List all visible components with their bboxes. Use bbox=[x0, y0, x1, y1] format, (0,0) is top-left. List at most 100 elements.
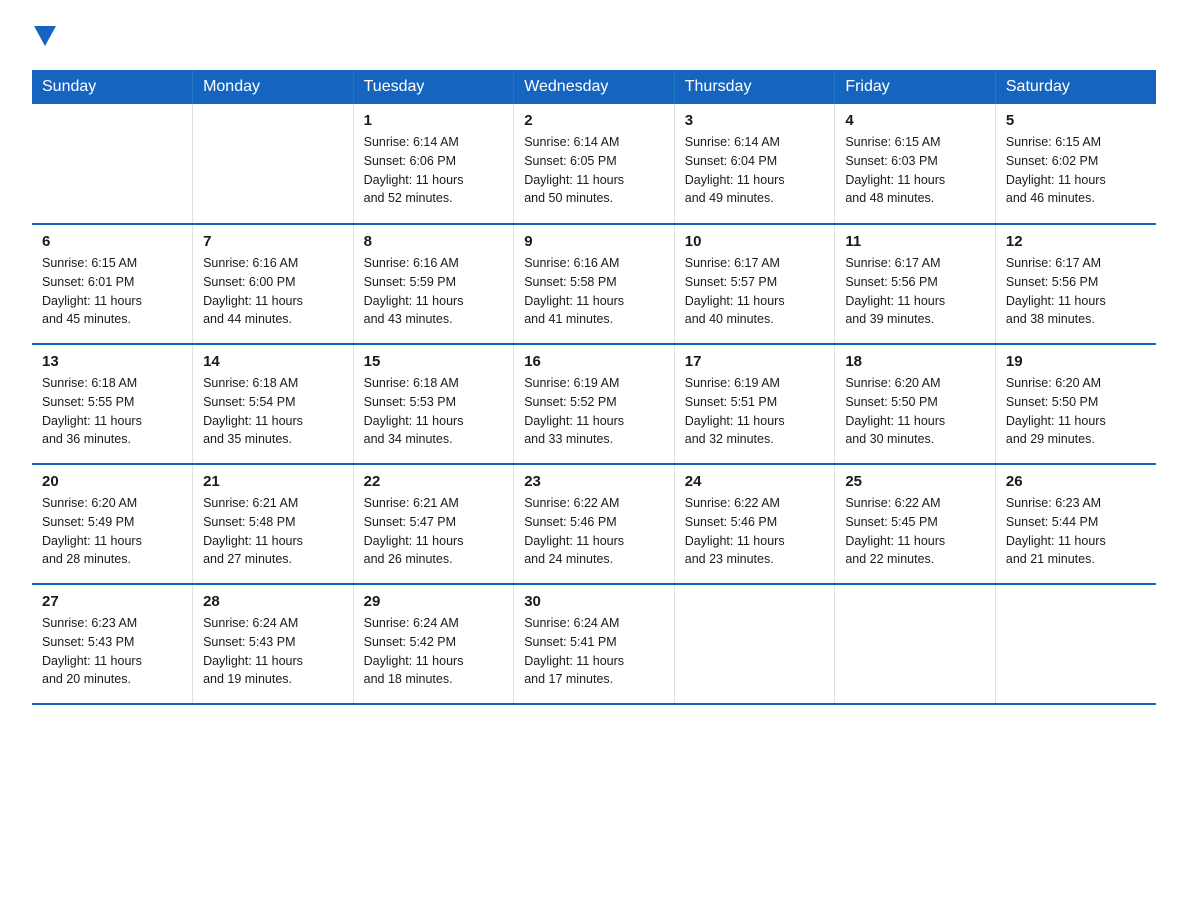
day-info-line: Daylight: 11 hours bbox=[685, 534, 785, 548]
day-info-line: Sunset: 5:57 PM bbox=[685, 275, 777, 289]
day-info: Sunrise: 6:22 AMSunset: 5:46 PMDaylight:… bbox=[685, 494, 825, 569]
day-info: Sunrise: 6:20 AMSunset: 5:50 PMDaylight:… bbox=[1006, 374, 1146, 449]
day-info-line: Sunset: 6:05 PM bbox=[524, 154, 616, 168]
day-info-line: and 24 minutes. bbox=[524, 552, 613, 566]
day-info-line: Sunrise: 6:20 AM bbox=[42, 496, 137, 510]
day-info-line: Daylight: 11 hours bbox=[364, 294, 464, 308]
day-info-line: Sunset: 6:00 PM bbox=[203, 275, 295, 289]
day-number: 3 bbox=[685, 112, 825, 129]
day-info-line: Daylight: 11 hours bbox=[524, 534, 624, 548]
day-info-line: Sunrise: 6:22 AM bbox=[685, 496, 780, 510]
day-info-line: Sunrise: 6:16 AM bbox=[364, 256, 459, 270]
day-info-line: and 41 minutes. bbox=[524, 312, 613, 326]
day-info-line: Sunset: 5:53 PM bbox=[364, 395, 456, 409]
day-number: 20 bbox=[42, 473, 182, 490]
weekday-header-row: SundayMondayTuesdayWednesdayThursdayFrid… bbox=[32, 70, 1156, 104]
calendar-day-cell: 4Sunrise: 6:15 AMSunset: 6:03 PMDaylight… bbox=[835, 104, 996, 224]
day-info-line: and 27 minutes. bbox=[203, 552, 292, 566]
weekday-header-sunday: Sunday bbox=[32, 70, 193, 104]
day-info-line: Daylight: 11 hours bbox=[524, 294, 624, 308]
day-info-line: Daylight: 11 hours bbox=[203, 294, 303, 308]
day-info-line: Sunset: 5:48 PM bbox=[203, 515, 295, 529]
calendar-week-row: 20 Sunrise: 6:20 AM Sunset: 5:49 PM Dayligh… bbox=[32, 464, 1156, 584]
day-info-line: Sunset: 5:56 PM bbox=[1006, 275, 1098, 289]
day-info-line: Sunset: 6:01 PM bbox=[42, 275, 134, 289]
day-info-line: and 20 minutes. bbox=[42, 672, 131, 686]
day-info-line: and 46 minutes. bbox=[1006, 191, 1095, 205]
day-number: 23 bbox=[524, 473, 664, 490]
day-info: Sunrise: 6:15 AMSunset: 6:02 PMDaylight:… bbox=[1006, 133, 1146, 208]
day-info-line: Sunset: 5:54 PM bbox=[203, 395, 295, 409]
day-info-line: Daylight: 11 hours bbox=[1006, 173, 1106, 187]
day-number: 1 bbox=[364, 112, 504, 129]
calendar-day-cell: 19 Sunrise: 6:20 AMSunset: 5:50 PMDayligh… bbox=[995, 344, 1156, 464]
day-info-line: Sunset: 5:58 PM bbox=[524, 275, 616, 289]
calendar-week-row: 13Sunrise: 6:18 AMSunset: 5:55 PMDayligh… bbox=[32, 344, 1156, 464]
calendar-day-cell: 26Sunrise: 6:23 AMSunset: 5:44 PMDayligh… bbox=[995, 464, 1156, 584]
day-info-line: Sunrise: 6:17 AM bbox=[685, 256, 780, 270]
day-number: 4 bbox=[845, 112, 985, 129]
day-info-line: Sunrise: 6:16 AM bbox=[524, 256, 619, 270]
day-number: 25 bbox=[845, 473, 985, 490]
day-info: Sunrise: 6:22 AMSunset: 5:45 PMDaylight:… bbox=[845, 494, 985, 569]
day-info-line: Daylight: 11 hours bbox=[42, 534, 142, 548]
day-info-line: Sunrise: 6:14 AM bbox=[364, 135, 459, 149]
day-number: 13 bbox=[42, 353, 182, 370]
day-info-line: Daylight: 11 hours bbox=[203, 414, 303, 428]
day-info-line: Sunset: 5:59 PM bbox=[364, 275, 456, 289]
day-info: Sunrise: 6:17 AMSunset: 5:56 PMDaylight:… bbox=[845, 254, 985, 329]
day-number: 22 bbox=[364, 473, 504, 490]
calendar-day-cell: 23Sunrise: 6:22 AMSunset: 5:46 PMDayligh… bbox=[514, 464, 675, 584]
calendar-day-cell: 16Sunrise: 6:19 AMSunset: 5:52 PMDayligh… bbox=[514, 344, 675, 464]
day-info-line: Sunrise: 6:23 AM bbox=[42, 616, 137, 630]
day-info-line: and 30 minutes. bbox=[845, 432, 934, 446]
day-info-line: and 34 minutes. bbox=[364, 432, 453, 446]
day-info-line: Sunrise: 6:18 AM bbox=[203, 376, 298, 390]
calendar-day-cell: 25 Sunrise: 6:22 AMSunset: 5:45 PMDayligh… bbox=[835, 464, 996, 584]
day-info-line: Sunset: 6:06 PM bbox=[364, 154, 456, 168]
day-info-line: Daylight: 11 hours bbox=[685, 294, 785, 308]
day-info-line: and 28 minutes. bbox=[42, 552, 131, 566]
day-info: Sunrise: 6:14 AMSunset: 6:04 PMDaylight:… bbox=[685, 133, 825, 208]
day-info: Sunrise: 6:21 AMSunset: 5:47 PMDaylight:… bbox=[364, 494, 504, 569]
day-info: Sunrise: 6:23 AMSunset: 5:43 PMDaylight:… bbox=[42, 614, 182, 689]
day-info-line: and 40 minutes. bbox=[685, 312, 774, 326]
day-info-line: Sunrise: 6:17 AM bbox=[845, 256, 940, 270]
day-info: Sunrise: 6:17 AM Sunset: 5:57 PM Daylight:… bbox=[685, 254, 825, 329]
day-info-line: Sunrise: 6:22 AM bbox=[845, 496, 940, 510]
day-info-line: Sunrise: 6:19 AM bbox=[685, 376, 780, 390]
day-info-line: Sunrise: 6:24 AM bbox=[203, 616, 298, 630]
day-info: Sunrise: 6:17 AM Sunset: 5:56 PM Daylight:… bbox=[1006, 254, 1146, 329]
day-info-line: and 36 minutes. bbox=[42, 432, 131, 446]
day-info-line: Sunrise: 6:15 AM bbox=[1006, 135, 1101, 149]
day-info-line: Sunset: 5:49 PM bbox=[42, 515, 134, 529]
day-info: Sunrise: 6:18 AMSunset: 5:53 PMDaylight:… bbox=[364, 374, 504, 449]
calendar-day-cell bbox=[835, 584, 996, 704]
day-info-line: Daylight: 11 hours bbox=[42, 294, 142, 308]
day-number: 15 bbox=[364, 353, 504, 370]
weekday-header-thursday: Thursday bbox=[674, 70, 835, 104]
calendar-day-cell: 28Sunrise: 6:24 AMSunset: 5:43 PMDayligh… bbox=[193, 584, 354, 704]
day-info-line: Daylight: 11 hours bbox=[845, 294, 945, 308]
day-info-line: Daylight: 11 hours bbox=[42, 414, 142, 428]
day-info-line: Sunrise: 6:17 AM bbox=[1006, 256, 1101, 270]
calendar-day-cell: 13Sunrise: 6:18 AMSunset: 5:55 PMDayligh… bbox=[32, 344, 193, 464]
day-info-line: Sunrise: 6:15 AM bbox=[845, 135, 940, 149]
day-info: Sunrise: 6:23 AMSunset: 5:44 PMDaylight:… bbox=[1006, 494, 1146, 569]
day-number: 12 bbox=[1006, 233, 1146, 250]
day-info-line: Sunset: 5:50 PM bbox=[1006, 395, 1098, 409]
day-info-line: and 33 minutes. bbox=[524, 432, 613, 446]
weekday-header-wednesday: Wednesday bbox=[514, 70, 675, 104]
day-info-line: Sunset: 5:41 PM bbox=[524, 635, 616, 649]
day-number: 2 bbox=[524, 112, 664, 129]
weekday-header-saturday: Saturday bbox=[995, 70, 1156, 104]
day-info-line: and 50 minutes. bbox=[524, 191, 613, 205]
day-number: 24 bbox=[685, 473, 825, 490]
day-info-line: and 21 minutes. bbox=[1006, 552, 1095, 566]
calendar-day-cell: 17Sunrise: 6:19 AMSunset: 5:51 PMDayligh… bbox=[674, 344, 835, 464]
day-number: 19 bbox=[1006, 353, 1146, 370]
day-info: Sunrise: 6:16 AM Sunset: 5:58 PM Daylight:… bbox=[524, 254, 664, 329]
day-info-line: Daylight: 11 hours bbox=[364, 173, 464, 187]
day-number: 7 bbox=[203, 233, 343, 250]
day-info-line: Daylight: 11 hours bbox=[1006, 294, 1106, 308]
